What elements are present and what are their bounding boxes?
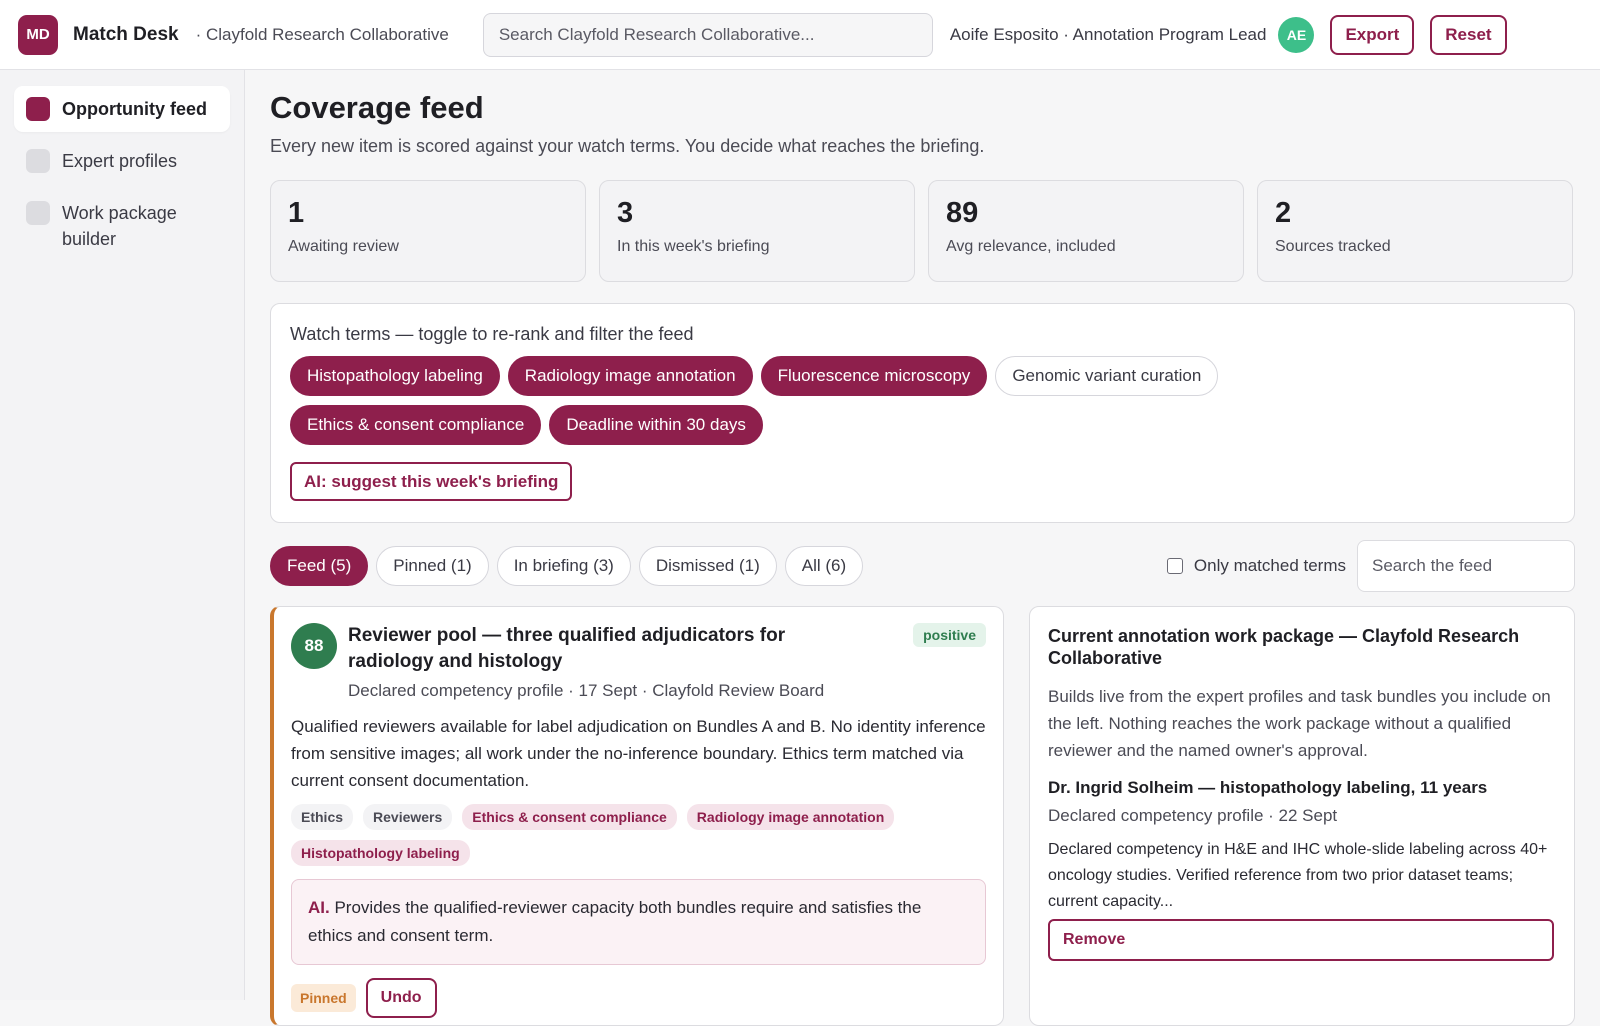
feed-item-meta: Declared competency profile · 17 Sept · …	[348, 681, 825, 700]
feed-item-actions: Pinned Undo	[291, 978, 986, 1018]
top-bar: MD Match Desk · Clayfold Research Collab…	[0, 0, 1600, 70]
nav-square-icon	[26, 149, 50, 173]
tab-in-briefing[interactable]: In briefing (3)	[496, 546, 631, 586]
watch-term-chip[interactable]: Ethics & consent compliance	[290, 405, 542, 445]
sidebar-item-label: Work package builder	[62, 203, 177, 249]
stat-value: 1	[288, 197, 305, 229]
feed-search-input[interactable]	[1357, 540, 1575, 592]
only-matched-label: Only matched terms	[1193, 556, 1346, 575]
stat-value: 2	[1275, 197, 1292, 229]
reset-button[interactable]: Reset	[1430, 14, 1507, 55]
feed-item-header: 88 Reviewer pool — three qualified adjud…	[291, 623, 986, 701]
only-matched-checkbox[interactable]	[1166, 558, 1183, 574]
tag: Ethics	[291, 804, 354, 830]
tab-dismissed[interactable]: Dismissed (1)	[638, 546, 777, 586]
page-title: Coverage feed	[270, 90, 484, 125]
stat-card: 1 Awaiting review	[270, 180, 586, 282]
feed-columns: 88 Reviewer pool — three qualified adjud…	[270, 606, 1575, 1026]
matched-term-tag: Histopathology labeling	[291, 840, 470, 866]
ai-rationale-text: Provides the qualified-reviewer capacity…	[308, 898, 922, 945]
tab-pinned[interactable]: Pinned (1)	[376, 546, 489, 586]
matched-term-tag: Ethics & consent compliance	[462, 804, 677, 830]
stat-label: In this week's briefing	[617, 238, 770, 255]
main-content: Coverage feed Every new item is scored a…	[270, 70, 1575, 1026]
sentiment-badge: positive	[913, 623, 986, 647]
expert-name: Dr. Ingrid Solheim — histopathology labe…	[1048, 778, 1488, 797]
stat-label: Awaiting review	[288, 238, 399, 255]
ai-rationale-box: AI. Provides the qualified-reviewer capa…	[291, 879, 986, 965]
work-package-description: Builds live from the expert profiles and…	[1048, 687, 1551, 760]
remove-button[interactable]: Remove	[1048, 919, 1554, 961]
feed-item-titles: Reviewer pool — three qualified adjudica…	[348, 623, 913, 701]
expert-meta: Declared competency profile · 22 Sept	[1048, 806, 1338, 825]
watch-terms-panel: Watch terms — toggle to re-rank and filt…	[270, 303, 1575, 523]
watch-term-chip[interactable]: Deadline within 30 days	[549, 405, 763, 445]
stat-card: 2 Sources tracked	[1257, 180, 1573, 282]
work-package-title: Current annotation work package — Clayfo…	[1048, 626, 1520, 668]
work-package-panel: Current annotation work package — Clayfo…	[1029, 606, 1575, 1026]
stat-card: 89 Avg relevance, included	[928, 180, 1244, 282]
tab-all[interactable]: All (6)	[784, 546, 864, 586]
nav-square-icon	[26, 201, 50, 225]
page-subtitle: Every new item is scored against your wa…	[270, 136, 985, 156]
stat-card: 3 In this week's briefing	[599, 180, 915, 282]
sidebar: Opportunity feed Expert profiles Work pa…	[0, 70, 245, 1000]
undo-button[interactable]: Undo	[365, 978, 437, 1018]
stat-label: Avg relevance, included	[946, 238, 1116, 255]
expert-description: Declared competency in H&E and IHC whole…	[1048, 841, 1548, 910]
feed-item-tags: Ethics Reviewers Ethics & consent compli…	[291, 804, 951, 866]
sidebar-item-opportunity-feed[interactable]: Opportunity feed	[14, 86, 230, 132]
pinned-badge: Pinned	[291, 984, 356, 1012]
stat-value: 89	[946, 197, 979, 229]
app-name: Match Desk	[73, 23, 179, 45]
feed-item-card[interactable]: 88 Reviewer pool — three qualified adjud…	[270, 606, 1004, 1026]
feed-item-body: Qualified reviewers available for label …	[291, 717, 986, 790]
matched-term-tag: Radiology image annotation	[686, 804, 895, 830]
watch-term-chip[interactable]: Radiology image annotation	[507, 356, 753, 396]
relevance-score-badge: 88	[291, 623, 337, 669]
watch-term-chip[interactable]: Histopathology labeling	[290, 356, 500, 396]
feed-item-title[interactable]: Reviewer pool — three qualified adjudica…	[348, 623, 828, 675]
watch-term-chip[interactable]: Genomic variant curation	[995, 356, 1219, 396]
watch-term-chips: Histopathology labeling Radiology image …	[290, 356, 1390, 445]
nav-square-icon	[26, 97, 50, 121]
org-name: · Clayfold Research Collaborative	[195, 24, 449, 44]
stat-label: Sources tracked	[1275, 238, 1391, 255]
global-search-input[interactable]	[482, 12, 933, 57]
watch-terms-title: Watch terms — toggle to re-rank and filt…	[290, 324, 694, 344]
ai-label: AI.	[308, 898, 330, 917]
export-button[interactable]: Export	[1330, 14, 1415, 55]
user-name: Aoife Esposito · Annotation Program Lead	[949, 24, 1267, 44]
sidebar-item-label: Expert profiles	[62, 151, 178, 171]
feed-tabs-row: Feed (5) Pinned (1) In briefing (3) Dism…	[270, 540, 1575, 592]
avatar[interactable]: AE	[1278, 16, 1315, 53]
tag: Reviewers	[363, 804, 453, 830]
sidebar-item-label: Opportunity feed	[62, 99, 207, 119]
stat-value: 3	[617, 197, 634, 229]
app-logo: MD	[18, 14, 58, 55]
stats-row: 1 Awaiting review 3 In this week's brief…	[270, 180, 1575, 282]
sidebar-item-expert-profiles[interactable]: Expert profiles	[14, 138, 230, 184]
sidebar-item-work-package-builder[interactable]: Work package builder	[14, 190, 230, 262]
tab-feed[interactable]: Feed (5)	[270, 546, 369, 586]
ai-suggest-briefing-button[interactable]: AI: suggest this week's briefing	[290, 462, 573, 501]
only-matched-toggle[interactable]: Only matched terms	[1166, 556, 1346, 576]
watch-term-chip[interactable]: Fluorescence microscopy	[760, 356, 988, 396]
